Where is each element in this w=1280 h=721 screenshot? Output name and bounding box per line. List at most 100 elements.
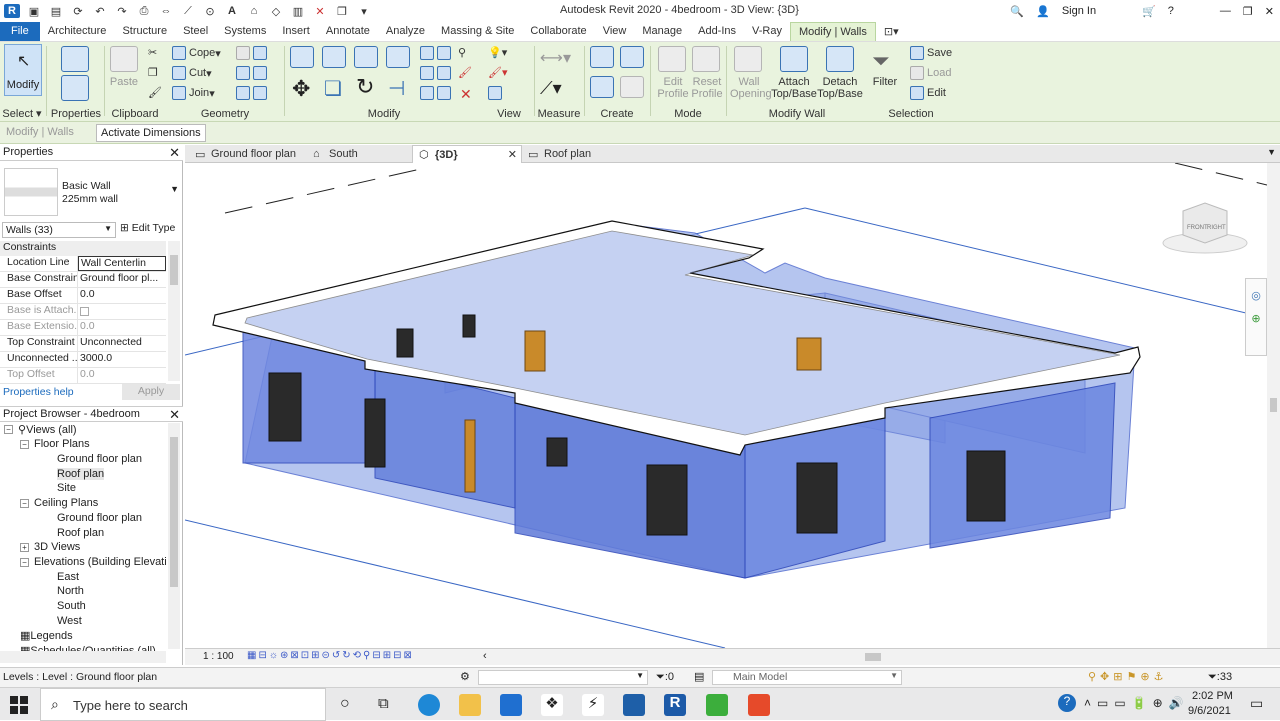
wall-opening-label[interactable]: Wall Opening <box>730 76 772 100</box>
geometry-tool-2[interactable] <box>236 66 270 80</box>
navigation-bar[interactable]: ◎ ⊕ <box>1245 278 1267 356</box>
3d-view-icon[interactable]: ⌂ <box>246 4 262 18</box>
cortana-icon[interactable]: ○ <box>340 695 350 713</box>
main-model-dropdown[interactable]: Main Model ▼ <box>712 670 902 685</box>
wall-opening-icon[interactable] <box>734 46 762 72</box>
text-icon[interactable]: A <box>224 4 240 18</box>
prop-row[interactable]: Location Line Wall Centerlin <box>0 256 166 272</box>
geometry-tool-3[interactable] <box>236 86 270 100</box>
tab-manage[interactable]: Manage <box>634 22 690 41</box>
help-icon[interactable]: ? <box>1168 5 1174 17</box>
properties-icon[interactable] <box>61 46 89 72</box>
prop-row[interactable]: Base is Attach... <box>0 304 166 320</box>
copy-icon[interactable]: ❏ <box>324 76 342 101</box>
attach-top-base-label[interactable]: Attach Top/Base <box>770 76 818 100</box>
edit-profile-label[interactable]: Edit Profile <box>656 76 690 100</box>
create-group-icon[interactable] <box>590 76 614 98</box>
move-icon[interactable]: ✥ <box>292 76 310 102</box>
undo-icon[interactable]: ↶ <box>92 4 108 18</box>
prop-row[interactable]: Unconnected ... 3000.0 <box>0 352 166 368</box>
reset-profile-label[interactable]: Reset Profile <box>690 76 724 100</box>
app-3d-icon[interactable] <box>623 694 645 716</box>
cope-button[interactable]: Cope ▾ <box>172 46 221 60</box>
measure-icon[interactable]: ⇔ <box>158 4 174 18</box>
type-dropdown-icon[interactable]: ▼ <box>170 184 179 194</box>
array-tools[interactable] <box>420 66 454 80</box>
tree-node[interactable]: − ⚲ Views (all) <box>4 423 77 436</box>
join-button[interactable]: Join ▾ <box>172 86 215 100</box>
open-icon[interactable]: ▣ <box>26 4 42 18</box>
create-parts-icon[interactable] <box>620 46 644 68</box>
pin-icon[interactable]: ⚲ <box>458 46 466 59</box>
geometry-tool-1[interactable] <box>236 46 270 60</box>
modify-button[interactable]: ↖ Modify <box>4 44 42 96</box>
cut-button[interactable]: Cut ▾ <box>172 66 212 80</box>
tag-icon[interactable]: ⊙ <box>202 4 218 18</box>
tab-analyze[interactable]: Analyze <box>378 22 433 41</box>
mirror-draw-icon[interactable] <box>386 46 410 68</box>
save-icon[interactable]: ▤ <box>48 4 64 18</box>
scroll-left-icon[interactable]: ‹ <box>483 650 487 662</box>
filter-label[interactable]: Filter <box>868 76 902 88</box>
taskbar-search-box[interactable]: ⌕ Type here to search <box>40 688 326 721</box>
canvas-vscrollbar[interactable] <box>1267 163 1280 648</box>
camtasia-red-icon[interactable] <box>748 694 770 716</box>
tab-file[interactable]: File <box>0 22 40 41</box>
tree-node[interactable]: North <box>57 585 84 597</box>
linework-icon[interactable] <box>488 86 505 100</box>
user-icon[interactable]: 👤 <box>1036 5 1050 18</box>
browser-hscrollbar[interactable] <box>0 651 166 663</box>
reset-profile-icon[interactable] <box>692 46 720 72</box>
prop-row[interactable]: Base Extensio... 0.0 <box>0 320 166 336</box>
edit-type-button[interactable]: ⊞ Edit Type <box>120 222 175 234</box>
viewcube-right[interactable]: RIGHT <box>1207 225 1226 231</box>
tree-node[interactable]: − Floor Plans <box>20 438 90 450</box>
tree-node[interactable]: West <box>57 615 82 627</box>
clock-date[interactable]: 9/6/2021 <box>1188 705 1231 717</box>
tray-icons[interactable]: ˄▭▭🔋⊕🔊 <box>1084 696 1190 710</box>
tab-3d[interactable]: ⬡ {3D} ✕ <box>412 145 522 163</box>
offset-icon[interactable] <box>322 46 346 68</box>
sign-in-link[interactable]: Sign In <box>1062 5 1096 17</box>
scale-label[interactable]: 1 : 100 <box>203 651 234 662</box>
tree-node[interactable]: − Ceiling Plans <box>20 497 98 509</box>
tab-systems[interactable]: Systems <box>216 22 274 41</box>
detach-top-base-icon[interactable] <box>826 46 854 72</box>
close-hidden-icon[interactable]: ✕ <box>312 4 328 18</box>
tabs-menu-icon[interactable]: ▼ <box>1267 147 1276 157</box>
tree-node[interactable]: − Elevations (Building Elevatio <box>20 556 166 568</box>
hide-in-view-icon[interactable]: 💡▾ <box>488 46 507 59</box>
tab-massing-site[interactable]: Massing & Site <box>433 22 522 41</box>
minimize-icon[interactable]: — <box>1220 5 1231 17</box>
section-icon[interactable]: ◇ <box>268 4 284 18</box>
rotate-icon[interactable]: ↻ <box>356 74 374 100</box>
steering-wheel-icon[interactable]: ◎ <box>1246 289 1266 302</box>
view-control-icons[interactable]: ▦⊟☼⊛⊠⊡⊞⊝↺↻⟲⚲⊟⊞⊟⊠ <box>247 650 414 661</box>
notification-icon[interactable]: ▭ <box>1250 695 1263 712</box>
create-similar-icon[interactable] <box>620 76 644 98</box>
tree-node[interactable]: Ground floor plan <box>57 453 142 465</box>
type-properties-icon[interactable] <box>61 75 89 101</box>
tab-add-ins[interactable]: Add-Ins <box>690 22 744 41</box>
edit-profile-icon[interactable] <box>658 46 686 72</box>
customize-qat-icon[interactable]: ▾ <box>356 4 372 18</box>
override-graphics-icon[interactable]: 🖌▾ <box>488 66 508 79</box>
tree-node[interactable]: Site <box>57 482 76 494</box>
paste-icon[interactable] <box>110 46 138 72</box>
apply-button[interactable]: Apply <box>122 384 180 400</box>
tree-node[interactable]: East <box>57 571 79 583</box>
trim-icon[interactable]: ⊣ <box>388 76 405 101</box>
print-icon[interactable]: ⎙ <box>136 4 152 18</box>
create-assembly-icon[interactable] <box>590 46 614 68</box>
type-selector[interactable]: Basic Wall 225mm wall ▼ <box>0 162 183 220</box>
design-options-icon[interactable]: ▤ <box>694 670 704 683</box>
workset-dropdown[interactable]: ▼ <box>478 670 648 685</box>
dropbox-icon[interactable]: ❖ <box>541 694 563 716</box>
delete-icon[interactable]: ✕ <box>460 86 472 103</box>
app-lightning-icon[interactable]: ⚡ <box>582 694 604 716</box>
properties-close-icon[interactable]: ✕ <box>169 145 180 161</box>
revit-logo-icon[interactable]: R <box>4 4 20 18</box>
edit-selection-button[interactable]: Edit <box>910 86 946 100</box>
close-icon[interactable]: ✕ <box>1265 5 1274 18</box>
activate-dimensions-button[interactable]: Activate Dimensions <box>96 124 206 142</box>
